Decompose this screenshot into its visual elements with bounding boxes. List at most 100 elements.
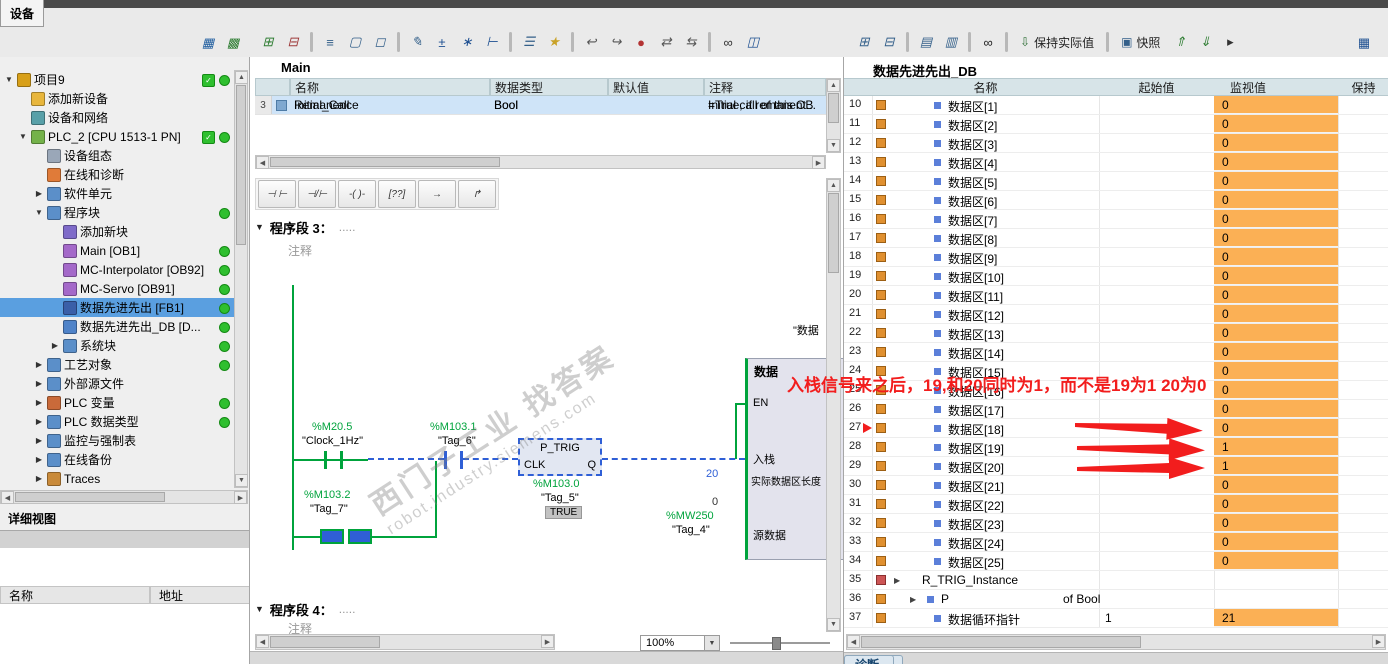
member-name[interactable]: 数据区[9]	[948, 250, 997, 267]
db-row[interactable]: 13 ▶ 数据区[4] 0	[844, 153, 1388, 172]
expand-arrow[interactable]: ▼	[4, 75, 14, 84]
insert-row-icon[interactable]: ▤	[914, 30, 938, 54]
open-branch-icon[interactable]: →	[418, 180, 456, 208]
expand-arrow[interactable]: ▶	[50, 341, 60, 350]
tree-item[interactable]: MC-Interpolator [OB92] ✓	[0, 260, 234, 279]
contact-tag7-closed[interactable]	[320, 529, 344, 544]
operand-address[interactable]: %M103.2	[304, 489, 350, 501]
member-name[interactable]: 数据区[18]	[948, 421, 1004, 438]
db-row[interactable]: 23 ▶ 数据区[14] 0	[844, 343, 1388, 362]
db-header-start[interactable]: 起始值	[1099, 78, 1214, 96]
variable-comment[interactable]: =True, if remanent...	[708, 98, 824, 112]
tree-item[interactable]: 添加新设备 ✓	[0, 89, 234, 108]
tree-item[interactable]: ▶ PLC 变量 ✓	[0, 393, 234, 412]
tree-item[interactable]: MC-Servo [OB91] ✓	[0, 279, 234, 298]
tree-vertical-scrollbar[interactable]: ▲ ▼	[234, 70, 248, 488]
go-to-previous-jump-icon[interactable]: ↩	[579, 30, 603, 54]
toolbar-icon[interactable]	[310, 32, 313, 52]
delete-network-icon[interactable]: ⊟	[281, 30, 305, 54]
source-pin[interactable]: 源数据	[753, 527, 786, 543]
db-row[interactable]: 35 ▶ R_TRIG_Instance	[844, 571, 1388, 590]
member-name[interactable]: 数据区[12]	[948, 307, 1004, 324]
empty-box-icon[interactable]: [??]	[378, 180, 416, 208]
operand-tag[interactable]: "Tag_7"	[310, 503, 348, 515]
expand-collapse-networks-icon[interactable]: ☰	[517, 30, 541, 54]
collapse-icon[interactable]: ▼	[255, 604, 264, 614]
scroll-left-icon[interactable]: ◀	[847, 635, 860, 648]
db-row[interactable]: 16 ▶ 数据区[7] 0	[844, 210, 1388, 229]
expand-arrow[interactable]: ▼	[34, 208, 44, 217]
scrollbar-thumb[interactable]	[828, 193, 839, 273]
operand-tag[interactable]: "Clock_1Hz"	[302, 435, 363, 447]
tree-item[interactable]: 设备和网络 ✓	[0, 108, 234, 127]
expand-arrow[interactable]: ▶	[34, 189, 44, 198]
iface-header-type[interactable]: 数据类型	[490, 78, 608, 96]
insert-network-icon[interactable]: ⊞	[256, 30, 280, 54]
detail-name-column-header[interactable]: 名称	[0, 586, 150, 604]
scrollbar-thumb[interactable]	[15, 492, 165, 502]
db-row[interactable]: 15 ▶ 数据区[6] 0	[844, 191, 1388, 210]
expand-arrow[interactable]: ▶	[34, 436, 44, 445]
editor-horizontal-scrollbar[interactable]: ◀ ▶	[255, 634, 555, 650]
member-name[interactable]: 数据区[1]	[948, 98, 997, 115]
tree-item[interactable]: 添加新块 ✓	[0, 222, 234, 241]
iface-vertical-scrollbar[interactable]: ▲ ▼	[826, 78, 841, 153]
scroll-down-icon[interactable]: ▼	[827, 139, 840, 152]
db-row[interactable]: 33 ▶ 数据区[24] 0	[844, 533, 1388, 552]
toolbar-icon[interactable]	[906, 32, 909, 52]
contact-tag7-closed[interactable]	[348, 529, 372, 544]
expand-arrow[interactable]: ▶	[34, 398, 44, 407]
db-horizontal-scrollbar[interactable]: ◀ ▶	[846, 634, 1386, 650]
contact-clock1hz-bar[interactable]	[340, 451, 343, 469]
scrollbar-thumb[interactable]	[861, 636, 1141, 648]
operand-address[interactable]: %M20.5	[312, 421, 352, 433]
ptrig-block[interactable]: P_TRIG CLK Q	[518, 438, 602, 476]
db-row[interactable]: 12 ▶ 数据区[3] 0	[844, 134, 1388, 153]
ptrig-clk-pin[interactable]: CLK	[524, 459, 545, 471]
tree-item[interactable]: 在线和诊断 ✓	[0, 165, 234, 184]
iface-row[interactable]: 3 ▼ Remanence Bool =True, if remanent...	[255, 96, 826, 115]
db-header-retain[interactable]: 保持	[1338, 78, 1388, 96]
scrollbar-thumb[interactable]	[270, 636, 380, 648]
db-row[interactable]: 11 ▶ 数据区[2] 0	[844, 115, 1388, 134]
member-name[interactable]: 数据区[19]	[948, 440, 1004, 457]
scroll-right-icon[interactable]: ▶	[234, 491, 247, 504]
editor-vertical-scrollbar[interactable]: ▲ ▼	[826, 178, 841, 632]
comment-bubble-icon[interactable]: ✎	[405, 30, 429, 54]
member-name[interactable]: 数据区[17]	[948, 402, 1004, 419]
expand-arrow[interactable]: ▶	[34, 417, 44, 426]
tree-item[interactable]: ▶ 工艺对象 ✓	[0, 355, 234, 374]
zoom-slider-thumb[interactable]	[772, 637, 781, 650]
scroll-up-icon[interactable]: ▲	[827, 179, 840, 192]
member-name[interactable]: 数据区[3]	[948, 136, 997, 153]
db-row[interactable]: 34 ▶ 数据区[25] 0	[844, 552, 1388, 571]
absolute-symbolic-icon[interactable]: ≡	[318, 30, 342, 54]
member-name[interactable]: 数据区[21]	[948, 478, 1004, 495]
member-name[interactable]: P	[941, 592, 949, 606]
scroll-up-icon[interactable]: ▲	[827, 79, 840, 92]
member-name[interactable]: 数据区[14]	[948, 345, 1004, 362]
member-name[interactable]: R_TRIG_Instance	[922, 573, 1018, 587]
scroll-right-icon[interactable]: ▶	[541, 635, 554, 648]
tree-item[interactable]: ▼ 项目9 ✓	[0, 70, 234, 89]
network3-comment-dots[interactable]: .....	[339, 220, 356, 234]
start-value[interactable]: 1	[1105, 611, 1205, 625]
tree-item[interactable]: ▶ 软件单元 ✓	[0, 184, 234, 203]
network4-comment-dots[interactable]: .....	[339, 602, 356, 616]
scroll-left-icon[interactable]: ◀	[256, 635, 269, 648]
operand-address[interactable]: %M103.1	[430, 421, 476, 433]
detail-view-splitter[interactable]	[0, 530, 249, 550]
tree-item[interactable]: 数据先进先出_DB [D... ✓	[0, 317, 234, 336]
tree-item[interactable]: ▼ PLC_2 [CPU 1513-1 PN] ✓	[0, 127, 234, 146]
fbd-box-plus-icon[interactable]: ±	[430, 30, 454, 54]
db-row[interactable]: 31 ▶ 数据区[22] 0	[844, 495, 1388, 514]
db-row[interactable]: 20 ▶ 数据区[11] 0	[844, 286, 1388, 305]
expand-members-icon[interactable]: ⊞	[852, 30, 876, 54]
close-branch-icon[interactable]: ↱	[458, 180, 496, 208]
scrollbar-thumb[interactable]	[270, 157, 500, 167]
toolbar-overflow-chevron[interactable]: ▸	[1218, 30, 1242, 54]
scrollbar-thumb[interactable]	[828, 93, 839, 123]
member-name[interactable]: 数据区[4]	[948, 155, 997, 172]
member-name[interactable]: 数据区[6]	[948, 193, 997, 210]
favorites-icon[interactable]: ★	[542, 30, 566, 54]
